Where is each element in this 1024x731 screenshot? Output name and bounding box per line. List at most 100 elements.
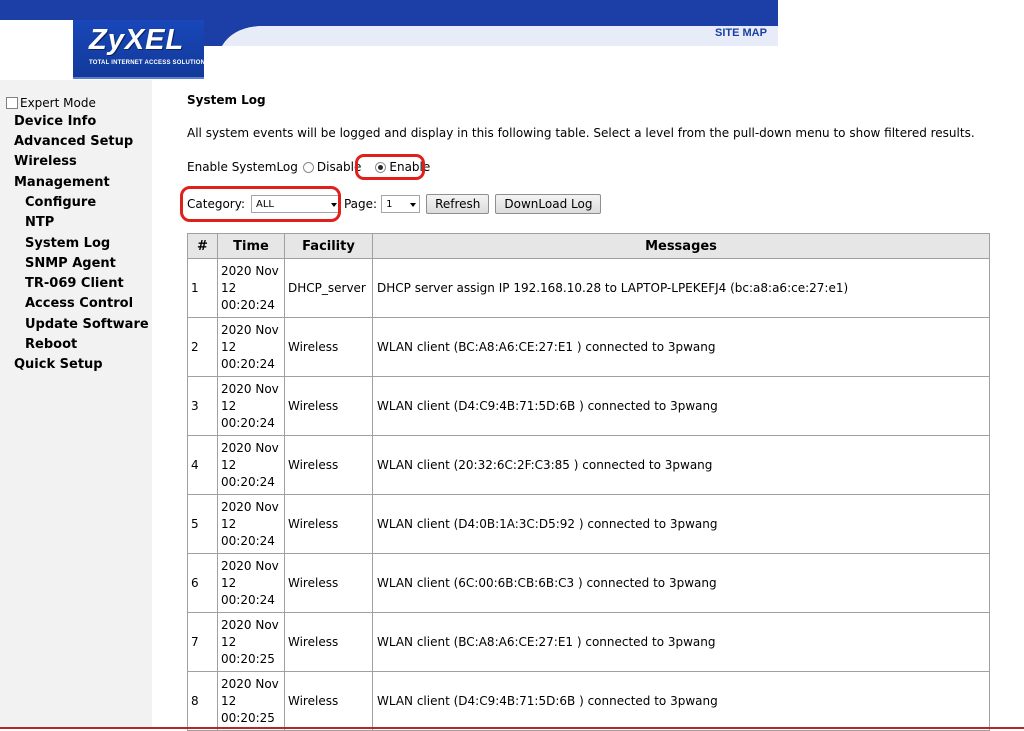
row-time-part: 12 [221, 280, 237, 295]
row-facility: Wireless [284, 376, 373, 436]
sidebar-item-quick-setup[interactable]: Quick Setup [14, 357, 103, 372]
row-time: 2020 Nov 12 00:20:24 [217, 258, 285, 318]
enable-highlight-annotation [355, 154, 425, 180]
row-facility: Wireless [284, 671, 373, 731]
row-facility: Wireless [284, 494, 373, 554]
row-time-part: 12 [221, 457, 237, 472]
page-description: All system events will be logged and dis… [187, 126, 975, 140]
row-time-part: 2020 Nov [221, 558, 279, 573]
disable-radio[interactable] [302, 161, 314, 173]
zyxel-logo: ZyXEL TOTAL INTERNET ACCESS SOLUTION [73, 20, 206, 79]
chevron-down-icon [410, 203, 417, 207]
download-log-button[interactable]: DownLoad Log [495, 194, 602, 214]
refresh-button[interactable]: Refresh [426, 194, 490, 214]
row-message: WLAN client (BC:A8:A6:CE:27:E1 ) connect… [372, 612, 990, 672]
sidebar-item-system-log[interactable]: System Log [25, 236, 110, 251]
category-highlight-annotation [180, 186, 341, 222]
row-time-part: 00:20:24 [221, 533, 275, 548]
table-row: 5 2020 Nov 12 00:20:24 Wireless WLAN client (… [187, 494, 990, 554]
row-number: 3 [187, 376, 218, 436]
sidebar-item-configure[interactable]: Configure [25, 195, 96, 210]
table-header-row: # Time Facility Messages [187, 233, 990, 259]
row-time: 2020 Nov 12 00:20:25 [217, 612, 285, 672]
row-facility: DHCP_server [284, 258, 373, 318]
row-time-part: 00:20:24 [221, 474, 275, 489]
row-time-part: 2020 Nov [221, 263, 279, 278]
table-row: 7 2020 Nov 12 00:20:25 Wireless WLAN client (… [187, 612, 990, 672]
table-row: 6 2020 Nov 12 00:20:24 Wireless WLAN client (… [187, 553, 990, 613]
row-number: 4 [187, 435, 218, 495]
column-header-messages: Messages [372, 233, 990, 259]
table-row: 2 2020 Nov 12 00:20:24 Wireless WLAN client (… [187, 317, 990, 377]
row-time-part: 2020 Nov [221, 322, 279, 337]
row-time: 2020 Nov 12 00:20:24 [217, 376, 285, 436]
row-number: 8 [187, 671, 218, 731]
column-header-time: Time [217, 233, 285, 259]
sidebar-item-device-info[interactable]: Device Info [14, 114, 96, 129]
logo-brand-text: ZyXEL [89, 24, 185, 56]
page-select-value: 1 [386, 199, 393, 210]
row-number: 6 [187, 553, 218, 613]
row-facility: Wireless [284, 612, 373, 672]
sidebar-item-update-software[interactable]: Update Software [25, 317, 149, 332]
row-time-part: 00:20:25 [221, 651, 275, 666]
sidebar-item-advanced-setup[interactable]: Advanced Setup [14, 134, 133, 149]
row-number: 5 [187, 494, 218, 554]
expert-mode-checkbox[interactable]: Expert Mode [6, 96, 96, 110]
row-facility: Wireless [284, 435, 373, 495]
row-time-part: 12 [221, 398, 237, 413]
page-select[interactable]: 1 [381, 195, 421, 213]
header-banner: ZyXEL TOTAL INTERNET ACCESS SOLUTION SIT… [0, 0, 778, 79]
table-row: 8 2020 Nov 12 00:20:25 Wireless WLAN client (… [187, 671, 990, 731]
row-message: WLAN client (BC:A8:A6:CE:27:E1 ) connect… [372, 317, 990, 377]
sidebar-item-snmp-agent[interactable]: SNMP Agent [25, 256, 116, 271]
sidebar-item-reboot[interactable]: Reboot [25, 337, 77, 352]
row-time-part: 00:20:25 [221, 710, 275, 725]
row-message: WLAN client (20:32:6C:2F:C3:85 ) connect… [372, 435, 990, 495]
site-map-link[interactable]: SITE MAP [715, 27, 767, 39]
logo-tagline: TOTAL INTERNET ACCESS SOLUTION [89, 60, 206, 66]
sidebar-item-tr069-client[interactable]: TR-069 Client [25, 276, 124, 291]
table-row: 1 2020 Nov 12 00:20:24 DHCP_server DHCP serve… [187, 258, 990, 318]
enable-systemlog-label: Enable SystemLog [187, 160, 298, 174]
main-content: System Log All system events will be log… [152, 80, 1024, 731]
row-message: WLAN client (D4:C9:4B:71:5D:6B ) connect… [372, 376, 990, 436]
sidebar-item-wireless[interactable]: Wireless [14, 154, 77, 169]
table-row: 4 2020 Nov 12 00:20:24 Wireless WLAN client (… [187, 435, 990, 495]
row-time-part: 12 [221, 339, 237, 354]
row-time-part: 2020 Nov [221, 381, 279, 396]
row-time-part: 2020 Nov [221, 676, 279, 691]
sidebar-item-management[interactable]: Management [14, 175, 110, 190]
row-message: WLAN client (D4:0B:1A:3C:D5:92 ) connect… [372, 494, 990, 554]
row-facility: Wireless [284, 317, 373, 377]
row-time-part: 12 [221, 575, 237, 590]
row-time-part: 12 [221, 516, 237, 531]
row-number: 2 [187, 317, 218, 377]
row-time-part: 2020 Nov [221, 440, 279, 455]
header-top-bar [0, 0, 778, 20]
expert-mode-label: Expert Mode [20, 96, 96, 110]
sidebar-item-ntp[interactable]: NTP [25, 215, 54, 230]
row-time-part: 00:20:24 [221, 592, 275, 607]
row-time: 2020 Nov 12 00:20:24 [217, 553, 285, 613]
row-message: WLAN client (6C:00:6B:CB:6B:C3 ) connect… [372, 553, 990, 613]
row-message: DHCP server assign IP 192.168.10.28 to L… [372, 258, 990, 318]
sidebar-item-access-control[interactable]: Access Control [25, 296, 133, 311]
row-time: 2020 Nov 12 00:20:24 [217, 317, 285, 377]
row-time: 2020 Nov 12 00:20:24 [217, 494, 285, 554]
checkbox-icon[interactable] [6, 97, 18, 109]
column-header-number: # [187, 233, 218, 259]
row-time: 2020 Nov 12 00:20:25 [217, 671, 285, 731]
row-time-part: 12 [221, 634, 237, 649]
page-label: Page: [343, 197, 378, 211]
row-facility: Wireless [284, 553, 373, 613]
row-number: 1 [187, 258, 218, 318]
row-time-part: 00:20:24 [221, 297, 275, 312]
row-time-part: 00:20:24 [221, 415, 275, 430]
row-message: WLAN client (D4:C9:4B:71:5D:6B ) connect… [372, 671, 990, 731]
table-body: 1 2020 Nov 12 00:20:24 DHCP_server DHCP serve… [187, 258, 990, 731]
row-time-part: 2020 Nov [221, 499, 279, 514]
column-header-facility: Facility [284, 233, 373, 259]
table-row: 3 2020 Nov 12 00:20:24 Wireless WLAN client (… [187, 376, 990, 436]
row-time-part: 2020 Nov [221, 617, 279, 632]
